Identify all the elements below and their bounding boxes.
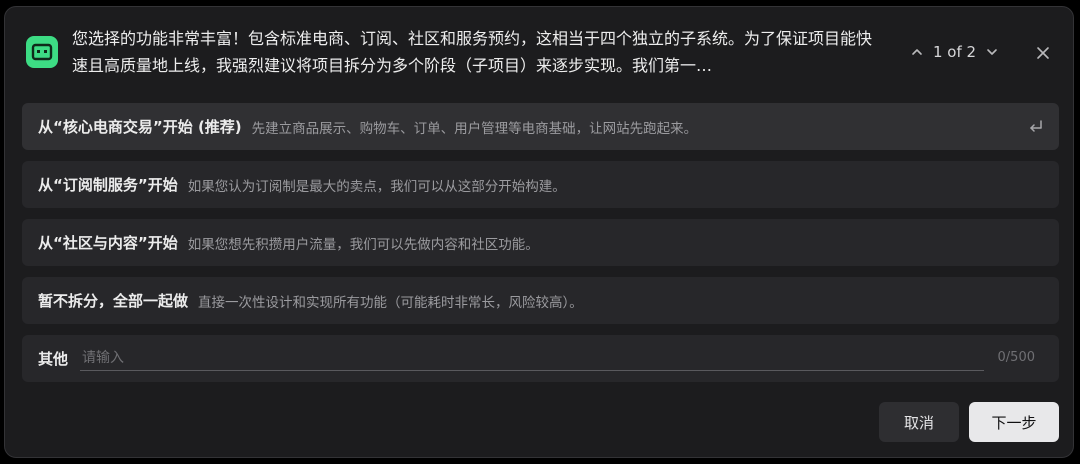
pager-count: 1 of 2 (933, 43, 977, 61)
character-counter: 0/500 (997, 350, 1035, 365)
app-chat-icon (26, 36, 58, 68)
option-other: 其他 0/500 (22, 335, 1059, 382)
other-label: 其他 (38, 350, 69, 368)
option-community[interactable]: 从“社区与内容”开始 如果您想先积攒用户流量，我们可以先做内容和社区功能。 (22, 219, 1059, 266)
enter-key-icon (1030, 120, 1042, 132)
other-input[interactable] (80, 345, 984, 371)
option-subscription[interactable]: 从“订阅制服务”开始 如果您认为订阅制是最大的卖点，我们可以从这部分开始构建。 (22, 161, 1059, 208)
option-title: 从“社区与内容”开始 (38, 234, 178, 252)
option-title: 从“核心电商交易”开始 (推荐) (38, 118, 242, 136)
option-core-ecommerce[interactable]: 从“核心电商交易”开始 (推荐) 先建立商品展示、购物车、订单、用户管理等电商基… (22, 103, 1059, 150)
option-description: 如果您认为订阅制是最大的卖点，我们可以从这部分开始构建。 (187, 178, 566, 195)
close-button[interactable] (1032, 42, 1054, 64)
option-description: 直接一次性设计和实现所有功能（可能耗时非常长，风险较高）。 (198, 294, 583, 311)
option-description: 先建立商品展示、购物车、订单、用户管理等电商基础，让网站先跑起来。 (251, 120, 698, 137)
option-title: 暂不拆分，全部一起做 (38, 292, 189, 310)
close-icon (1037, 47, 1049, 59)
question-text: 您选择的功能非常丰富！包含标准电商、订阅、社区和服务预约，这相当于四个独立的子系… (72, 29, 872, 75)
option-description: 如果您想先积攒用户流量，我们可以先做内容和社区功能。 (187, 236, 539, 253)
chevron-up-icon[interactable] (907, 42, 927, 62)
option-list: 从“核心电商交易”开始 (推荐) 先建立商品展示、购物车、订单、用户管理等电商基… (22, 103, 1059, 382)
option-no-split[interactable]: 暂不拆分，全部一起做 直接一次性设计和实现所有功能（可能耗时非常长，风险较高）。 (22, 277, 1059, 324)
question-dialog: 您选择的功能非常丰富！包含标准电商、订阅、社区和服务预约，这相当于四个独立的子系… (4, 6, 1074, 458)
next-button[interactable]: 下一步 (969, 402, 1059, 442)
chevron-down-icon[interactable] (982, 42, 1002, 62)
option-title: 从“订阅制服务”开始 (38, 176, 178, 194)
question-pager: 1 of 2 (907, 41, 1002, 63)
cancel-button[interactable]: 取消 (879, 402, 959, 442)
dialog-header: 您选择的功能非常丰富！包含标准电商、订阅、社区和服务预约，这相当于四个独立的子系… (5, 7, 1073, 99)
